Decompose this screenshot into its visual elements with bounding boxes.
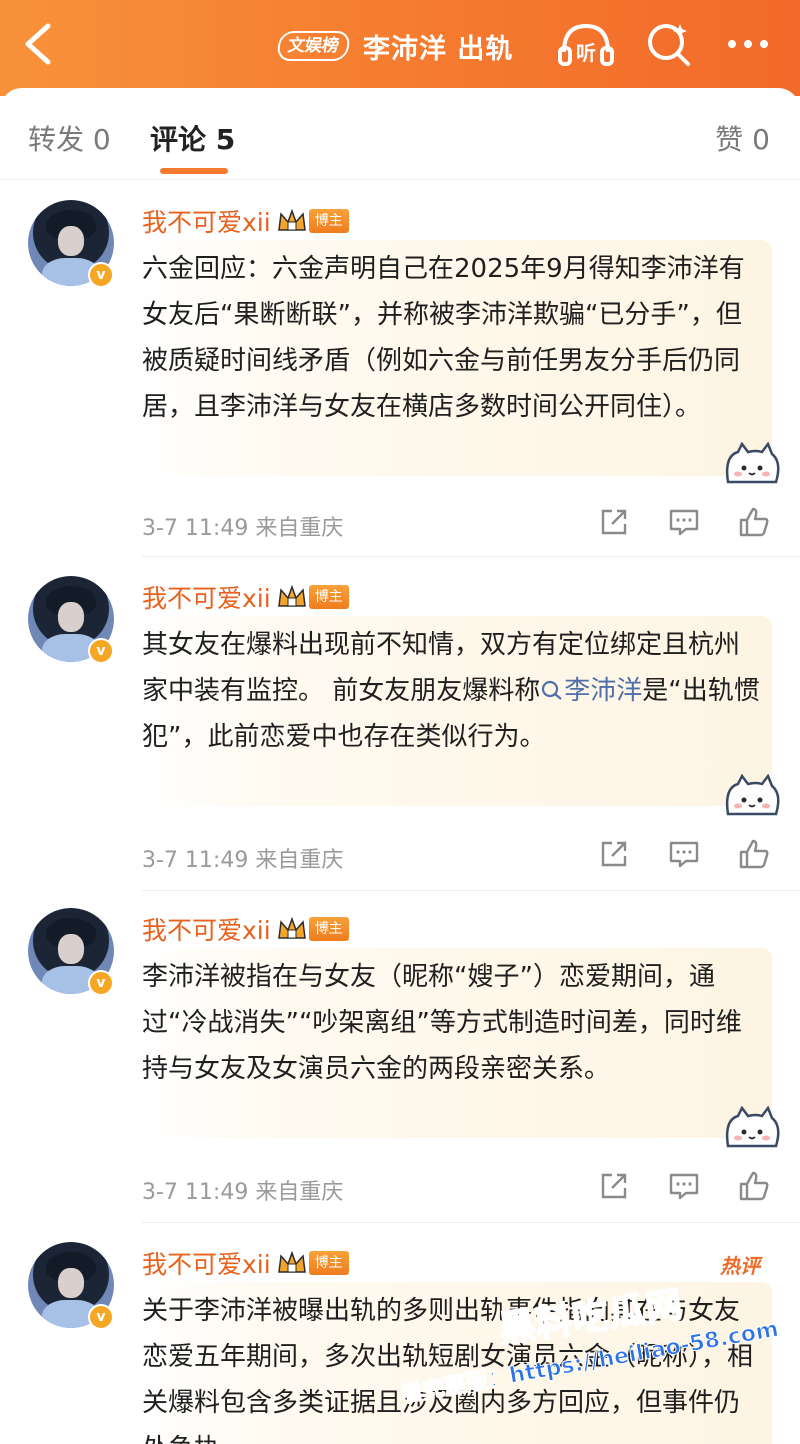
tab-comments[interactable]: 评论 5 [150, 118, 235, 158]
crown-icon [277, 208, 306, 231]
comment-icon[interactable] [668, 506, 700, 538]
topic-title: 李沛洋 出轨 [363, 33, 514, 65]
share-icon[interactable] [598, 1170, 630, 1202]
comment-meta: 3-7 11:49 来自重庆 [142, 848, 344, 873]
comment-actions [598, 838, 770, 870]
topic-link-text: 李沛洋 [564, 676, 643, 706]
comment-actions [598, 506, 770, 538]
back-icon[interactable] [18, 20, 58, 68]
comment-text: 其女友在爆料出现前不知情，双方有定位绑定且杭州家中装有监控。 前女友朋友爆料称李… [142, 622, 762, 760]
comment-text: 李沛洋被指在与女友（昵称“嫂子”）恋爱期间，通过“冷战消失”“吵架离组”等方式制… [142, 962, 742, 1084]
mascot-icon [725, 774, 780, 816]
username-row: 我不可爱xii 博主 [142, 912, 349, 946]
like-icon[interactable] [738, 1170, 770, 1202]
crown-icon [277, 916, 306, 939]
comment-icon[interactable] [668, 1170, 700, 1202]
topic-link[interactable]: 李沛洋 [540, 676, 642, 706]
crown-icon [277, 1250, 306, 1273]
author-badge: 博主 [308, 585, 349, 609]
username-row: 我不可爱xii 博主 [142, 1246, 349, 1280]
mascot-icon [725, 442, 780, 484]
comment-actions [598, 1170, 770, 1202]
divider [142, 556, 800, 557]
crown-icon [277, 584, 306, 607]
tab-repost[interactable]: 转发 0 [28, 118, 111, 158]
mascot-icon [725, 1106, 780, 1148]
listen-button[interactable]: 听 [556, 18, 616, 70]
listen-label: 听 [576, 41, 596, 65]
topic-header[interactable]: 文娱榜 李沛洋 出轨 [275, 26, 514, 66]
search-link-icon [542, 680, 562, 700]
divider [142, 1222, 800, 1223]
like-icon[interactable] [738, 506, 770, 538]
username[interactable]: 我不可爱xii [142, 1245, 271, 1281]
comment-icon[interactable] [668, 838, 700, 870]
username[interactable]: 我不可爱xii [142, 579, 271, 615]
username[interactable]: 我不可爱xii [142, 203, 271, 239]
search-icon[interactable] [644, 18, 692, 70]
verified-icon: v [88, 638, 114, 664]
tab-bar: 转发 0 评论 5 赞 0 [0, 88, 800, 180]
share-icon[interactable] [598, 506, 630, 538]
comment-meta: 3-7 11:49 来自重庆 [142, 516, 344, 541]
divider [142, 890, 800, 891]
author-badge: 博主 [308, 209, 349, 233]
topic-tag: 文娱榜 [275, 31, 352, 61]
username-row: 我不可爱xii 博主 [142, 580, 349, 614]
username-row: 我不可爱xii 博主 [142, 204, 349, 238]
verified-icon: v [88, 262, 114, 288]
listen-icon: 听 [558, 23, 614, 66]
verified-icon: v [88, 970, 114, 996]
share-icon[interactable] [598, 838, 630, 870]
username[interactable]: 我不可爱xii [142, 911, 271, 947]
tab-active-indicator [160, 168, 228, 174]
comment-meta: 3-7 11:49 来自重庆 [142, 1180, 344, 1205]
author-badge: 博主 [308, 917, 349, 941]
top-bar: 文娱榜 李沛洋 出轨 听 [0, 0, 800, 96]
tab-likes[interactable]: 赞 0 [715, 118, 770, 158]
comment-text: 六金回应：六金声明自己在2025年9月得知李沛洋有女友后“果断断联”，并称被李沛… [142, 254, 745, 422]
hot-comment-tag: 热评 [720, 1254, 760, 1278]
more-icon[interactable] [722, 18, 774, 70]
author-badge: 博主 [308, 1251, 349, 1275]
like-icon[interactable] [738, 838, 770, 870]
verified-icon: v [88, 1304, 114, 1330]
